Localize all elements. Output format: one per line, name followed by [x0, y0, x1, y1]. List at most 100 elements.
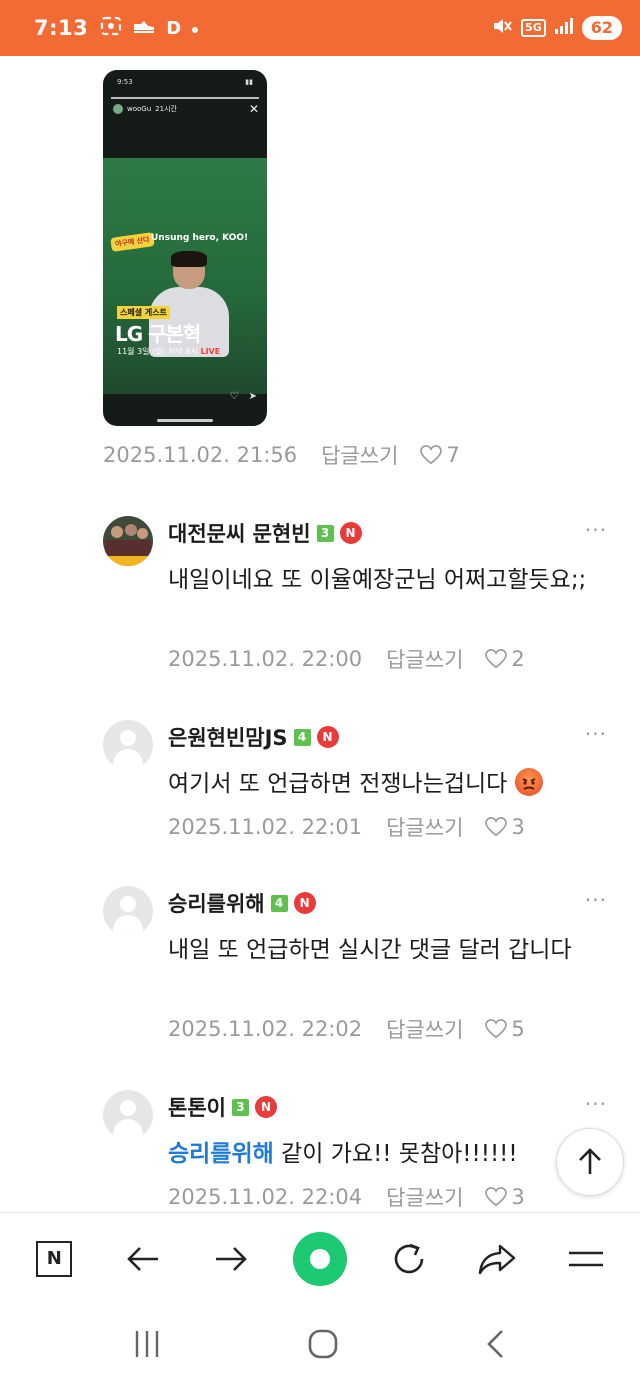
menu-icon: [568, 1251, 603, 1266]
shoe-icon: [132, 18, 156, 39]
heart-icon: [485, 1019, 508, 1039]
more-options-icon[interactable]: ···: [585, 1092, 607, 1116]
heart-icon: [485, 1187, 508, 1207]
comment-text: 승리를위해 같이 가요!! 못참아!!!!!!: [168, 1141, 518, 1167]
naver-home-button[interactable]: N: [26, 1231, 82, 1287]
like-count: 2: [511, 647, 525, 671]
mention-link[interactable]: 승리를위해: [168, 1141, 274, 1167]
forward-button[interactable]: [203, 1231, 259, 1287]
comment-item: 톤톤이 3 N ··· 승리를위해 같이 가요!! 못참아!!!!!! 2025…: [103, 1090, 613, 1210]
more-options-icon[interactable]: ···: [585, 722, 607, 746]
comment-text: 내일 또 언급하면 실시간 댓글 달러 갑니다: [168, 937, 572, 963]
angry-face-emoji: [514, 768, 543, 796]
dot-icon: [191, 18, 199, 39]
home-button[interactable]: [307, 1328, 339, 1364]
screenshot-icon: [100, 16, 122, 41]
refresh-icon: [394, 1243, 423, 1273]
level-badge: 3: [316, 524, 334, 542]
home-indicator: [157, 419, 213, 422]
like-count: 7: [446, 443, 460, 467]
like-count: 3: [511, 815, 525, 839]
poster-headline: Unsung hero, KOO!: [151, 233, 249, 243]
story-user: wooGu: [127, 105, 152, 113]
recent-apps-button[interactable]: [132, 1329, 162, 1363]
arrow-up-icon: [579, 1148, 601, 1174]
new-badge: N: [339, 522, 362, 544]
level-badge: 4: [270, 894, 288, 912]
heart-icon: [485, 817, 508, 837]
commenter-name[interactable]: 톤톤이: [168, 1092, 226, 1122]
reply-button[interactable]: 답글쓰기: [386, 644, 463, 674]
poster-title: LG 구본혁: [115, 322, 201, 346]
reply-button[interactable]: 답글쓰기: [386, 1014, 463, 1044]
comment-text: 여기서 또 언급하면 전쟁나는겁니다: [168, 764, 608, 804]
story-avatar: [113, 104, 123, 114]
forward-arrow-icon: [216, 1246, 248, 1271]
new-badge: N: [316, 726, 339, 748]
more-options-icon[interactable]: ···: [585, 518, 607, 542]
new-badge: N: [254, 1096, 277, 1118]
status-time: 7:13: [34, 16, 89, 40]
post-meta: 2025.11.02. 21:56 답글쓰기 7: [103, 440, 460, 470]
mute-icon: [491, 16, 513, 40]
level-badge: 3: [231, 1098, 249, 1116]
mini-time: 9:53: [117, 78, 133, 86]
avatar[interactable]: [103, 516, 153, 566]
share-icon: [478, 1244, 516, 1274]
like-button[interactable]: 5: [485, 1017, 525, 1041]
green-home-button[interactable]: [292, 1231, 348, 1287]
back-button[interactable]: [115, 1231, 171, 1287]
comment-item: 대전문씨 문현빈 3 N ··· 내일이네요 또 이율예장군님 어쩌고할듯요;;…: [103, 516, 613, 686]
refresh-button[interactable]: [381, 1231, 437, 1287]
story-age: 21시간: [155, 105, 177, 113]
commenter-name[interactable]: 대전문씨 문현빈: [168, 518, 311, 548]
avatar[interactable]: [103, 720, 153, 770]
recent-apps-icon: [136, 1330, 159, 1357]
back-arrow-icon: [127, 1246, 158, 1271]
reply-button[interactable]: 답글쓰기: [321, 440, 398, 470]
signal-icon: [554, 17, 574, 39]
story-progress: [111, 97, 259, 99]
comment-timestamp: 2025.11.02. 22:00: [168, 647, 363, 671]
more-options-icon[interactable]: ···: [585, 888, 607, 912]
system-nav-bar: [0, 1304, 640, 1387]
reply-button[interactable]: 답글쓰기: [386, 1182, 463, 1212]
new-badge: N: [293, 892, 316, 914]
comment-item: 은원현빈맘JS 4 N ··· 여기서 또 언급하면 전쟁나는겁니다 2025.…: [103, 720, 613, 850]
commenter-name[interactable]: 은원현빈맘JS: [168, 722, 288, 752]
comment-timestamp: 2025.11.02. 22:02: [168, 1017, 363, 1041]
mini-battery-icon: ▮▮: [245, 78, 253, 86]
story-screenshot[interactable]: 9:53 ▮▮ wooGu 21시간 ✕ 야구에 산다 Unsung hero,…: [103, 70, 267, 426]
like-button[interactable]: 2: [485, 647, 525, 671]
like-count: 3: [511, 1185, 525, 1209]
heart-icon: ♡: [229, 391, 239, 402]
green-home-icon: [292, 1231, 347, 1286]
commenter-name[interactable]: 승리를위해: [168, 888, 265, 918]
menu-button[interactable]: [558, 1231, 614, 1287]
status-bar: 7:13 D 5G 62: [0, 0, 640, 56]
level-badge: 4: [293, 728, 311, 746]
network-badge: 5G: [521, 19, 546, 37]
battery-indicator: 62: [581, 16, 622, 40]
daum-icon: D: [166, 17, 182, 39]
poster-date: 11월 3일 (월) 저녁 6시 LIVE: [117, 347, 221, 356]
close-icon: ✕: [248, 102, 259, 116]
share-button[interactable]: [469, 1231, 525, 1287]
naver-home-icon: N: [36, 1240, 73, 1277]
like-button[interactable]: 3: [485, 1185, 525, 1209]
comment-item: 승리를위해 4 N ··· 내일 또 언급하면 실시간 댓글 달러 갑니다 20…: [103, 886, 613, 1056]
reply-button[interactable]: 답글쓰기: [386, 812, 463, 842]
avatar[interactable]: [103, 1090, 153, 1140]
scroll-to-top-button[interactable]: [556, 1128, 624, 1196]
chevron-left-icon: [486, 1329, 503, 1358]
like-button[interactable]: 3: [485, 815, 525, 839]
avatar[interactable]: [103, 886, 153, 936]
comment-timestamp: 2025.11.02. 22:04: [168, 1185, 363, 1209]
system-back-button[interactable]: [484, 1328, 508, 1364]
heart-icon: [485, 649, 508, 669]
browser-toolbar: N: [0, 1212, 640, 1304]
home-icon: [308, 1329, 338, 1358]
like-button[interactable]: 7: [420, 443, 460, 467]
send-icon: ➤: [248, 391, 257, 402]
comment-timestamp: 2025.11.02. 22:01: [168, 815, 363, 839]
